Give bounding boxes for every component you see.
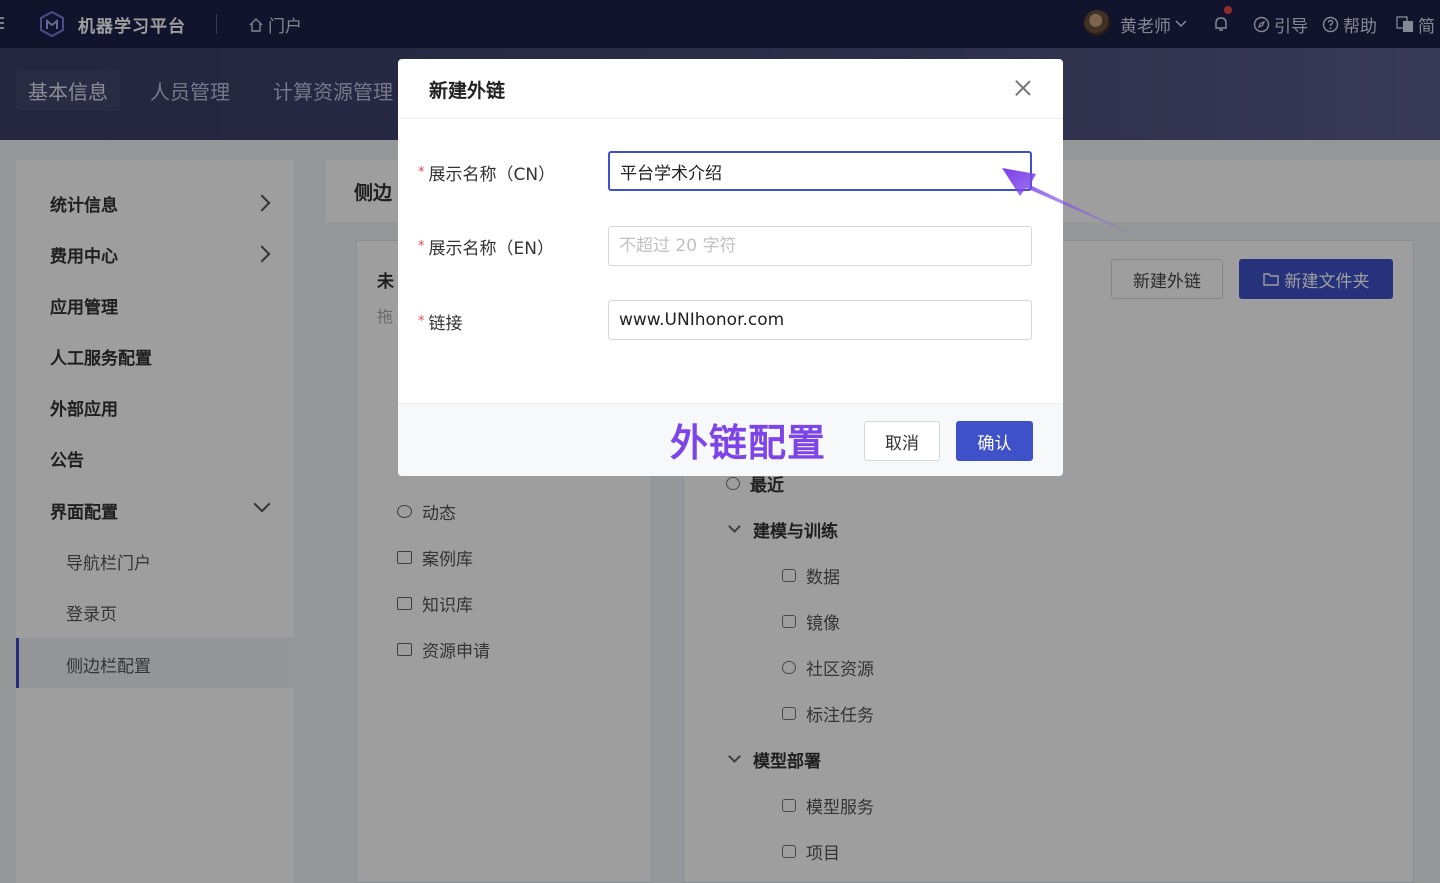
dialog-title: 新建外链 [429,80,506,102]
dialog-header: 新建外链 [398,59,1063,119]
en-name-input[interactable] [608,226,1032,266]
cancel-button[interactable]: 取消 [864,421,940,461]
confirm-button[interactable]: 确认 [956,421,1033,461]
required-marker: * [418,165,425,180]
new-link-dialog: 新建外链 *展示名称（CN） *展示名称（EN） *链接 外链配置 取消 确认 [398,59,1063,476]
required-marker: * [418,239,425,254]
cn-name-input[interactable] [608,151,1032,191]
annotation-arrow-icon [1002,168,1145,240]
en-name-label: * 展示名称（EN） [418,234,554,259]
cn-label-text: 展示名称（CN） [428,165,556,185]
link-input[interactable] [608,300,1032,340]
close-icon[interactable] [1012,77,1034,99]
link-label: * 链接 [418,309,463,334]
required-marker: * [418,314,425,329]
link-label-text: 链接 [428,314,463,334]
cn-name-label: * 展示名称（CN） [418,160,555,185]
dialog-footer: 外链配置 取消 确认 [398,403,1063,476]
en-label-text: 展示名称（EN） [428,239,554,259]
annotation-text: 外链配置 [670,421,827,465]
